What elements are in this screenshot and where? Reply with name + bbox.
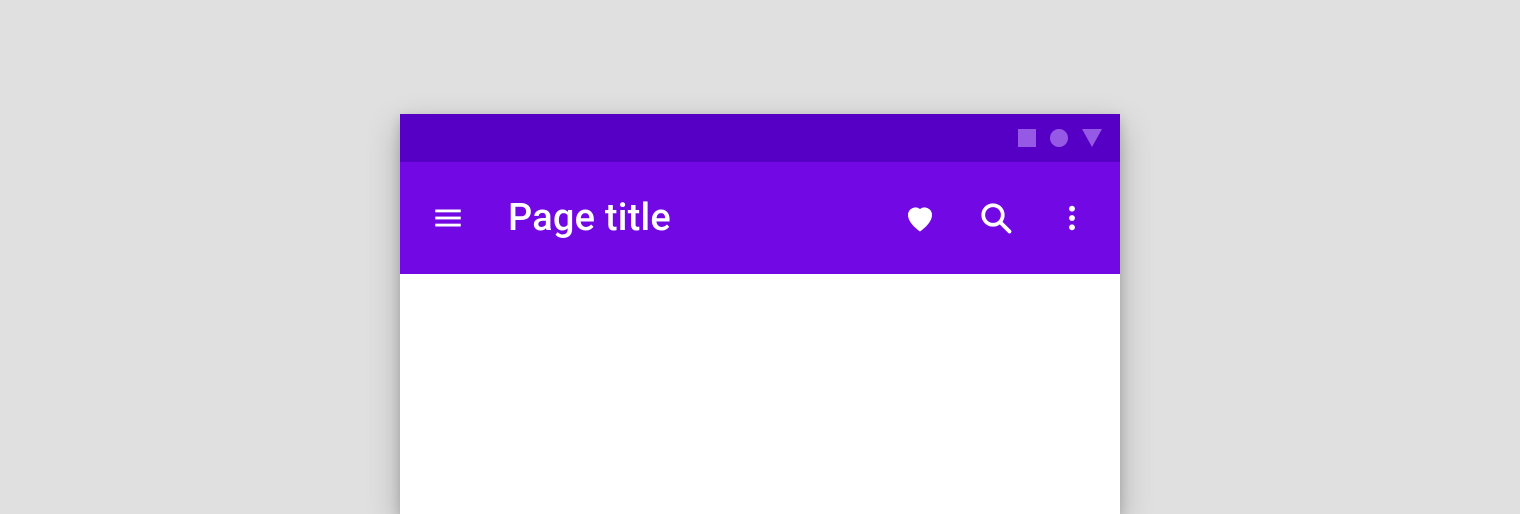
status-bar-icons xyxy=(1018,129,1102,147)
app-bar-actions xyxy=(896,194,1096,242)
nav-menu-button[interactable] xyxy=(424,194,472,242)
more-vert-icon xyxy=(1056,202,1088,234)
square-icon xyxy=(1018,129,1036,147)
favorite-button[interactable] xyxy=(896,194,944,242)
menu-icon xyxy=(431,201,465,235)
search-icon xyxy=(978,200,1014,236)
app-bar: Page title xyxy=(400,162,1120,274)
heart-icon xyxy=(902,200,938,236)
device-frame: Page title xyxy=(400,114,1120,514)
overflow-button[interactable] xyxy=(1048,194,1096,242)
status-bar xyxy=(400,114,1120,162)
triangle-down-icon xyxy=(1082,129,1102,147)
content-area xyxy=(400,274,1120,514)
page-title: Page title xyxy=(508,196,896,240)
circle-icon xyxy=(1050,129,1068,147)
search-button[interactable] xyxy=(972,194,1020,242)
